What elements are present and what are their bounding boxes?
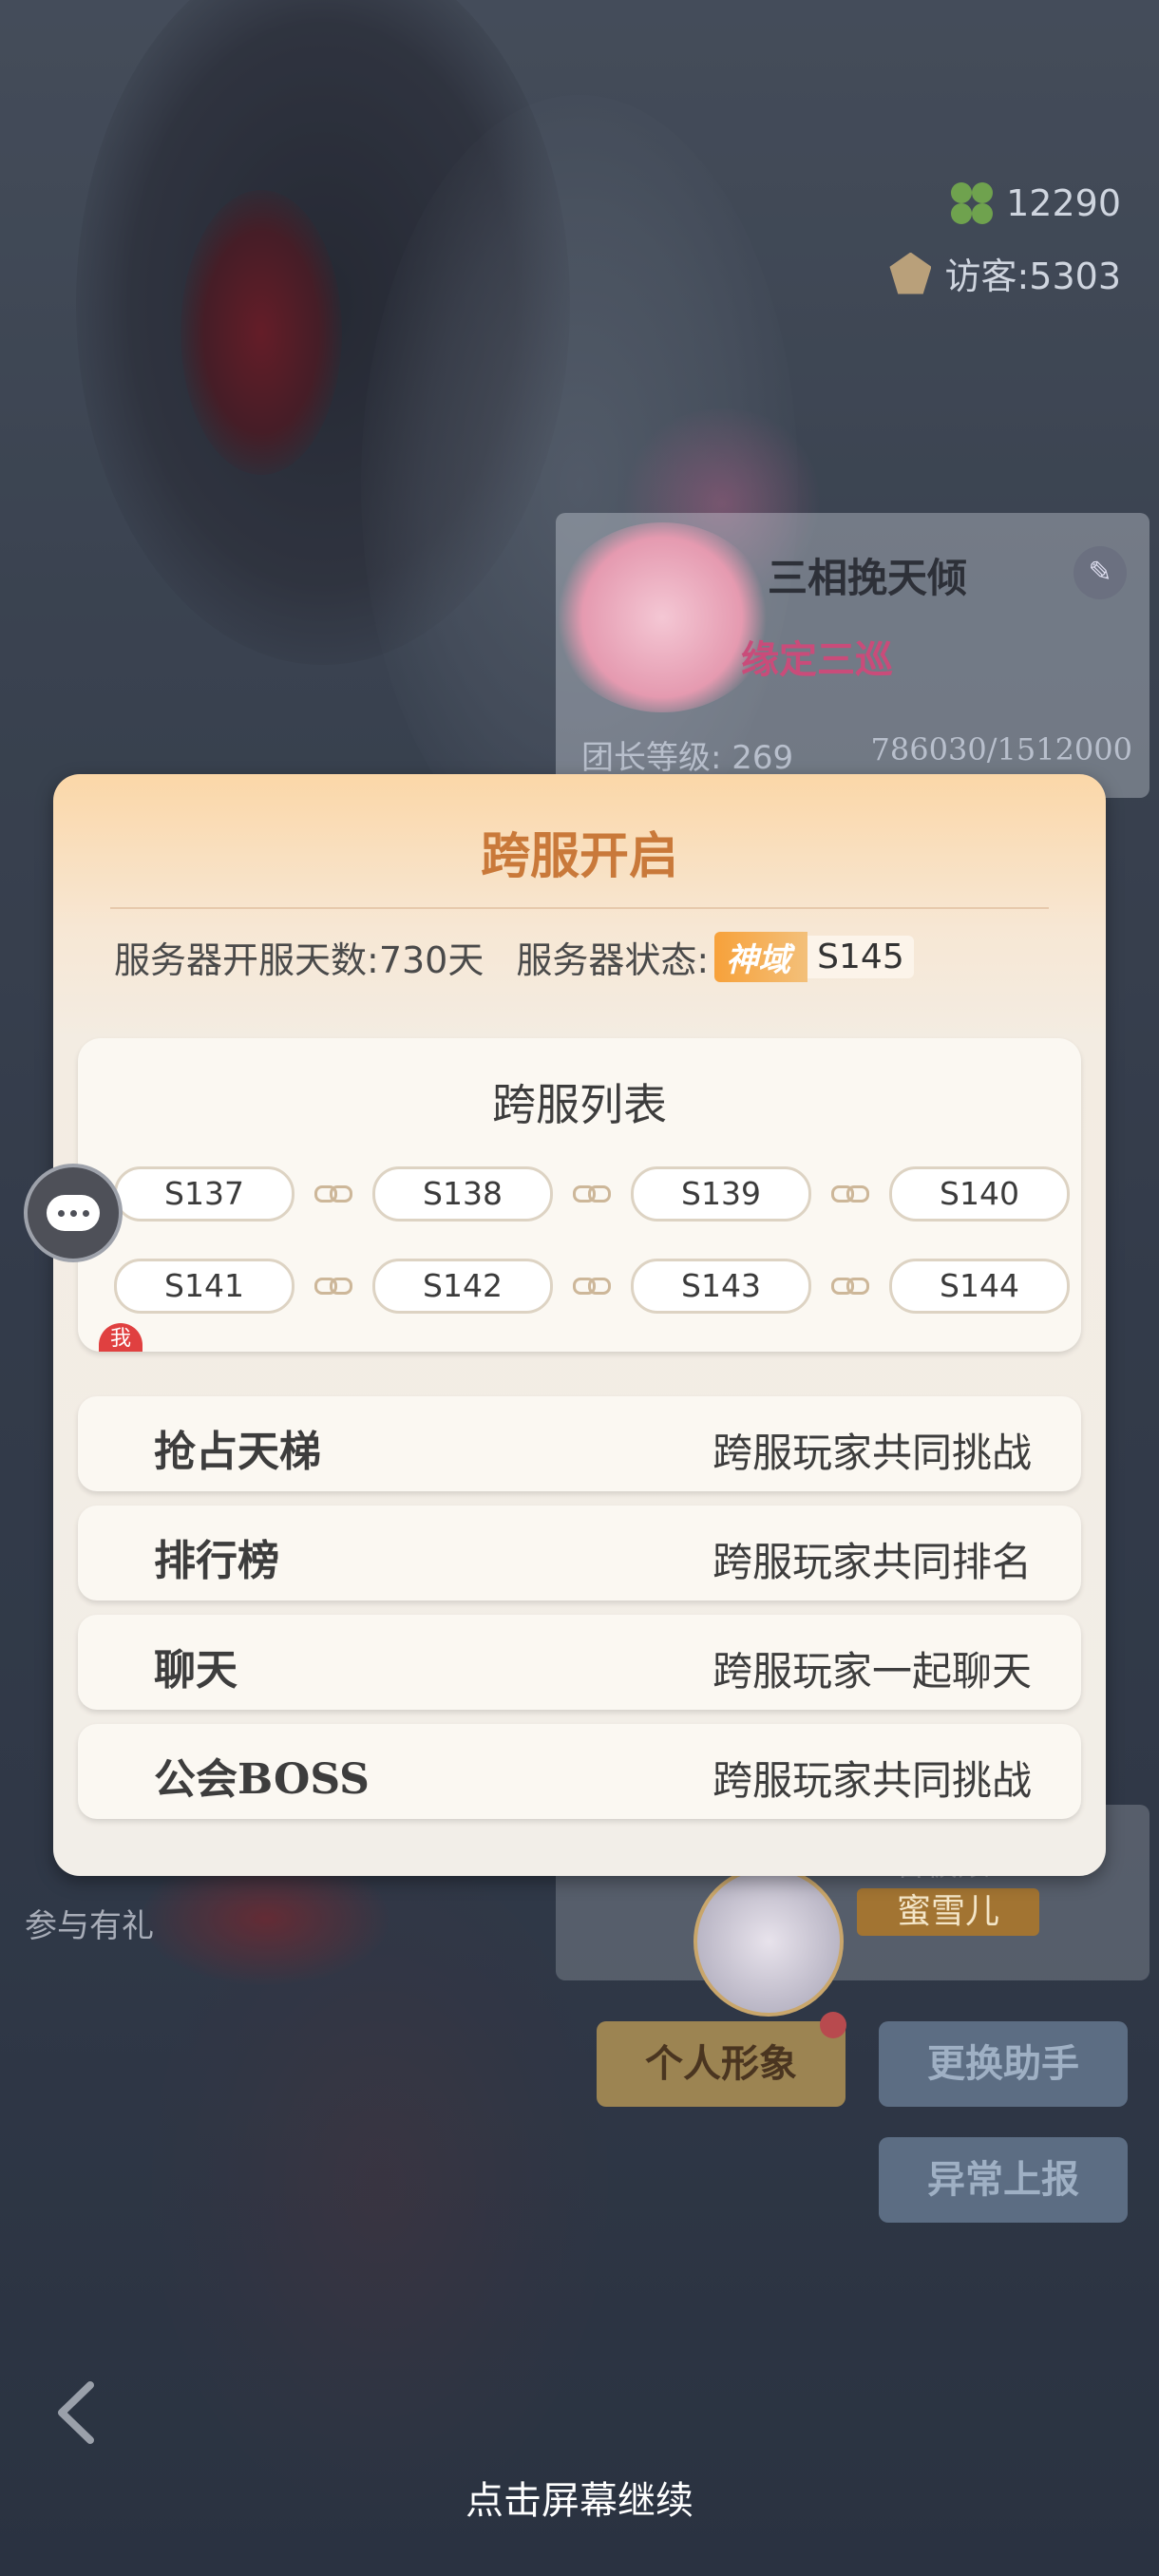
clover-counter: 12290 xyxy=(951,182,1121,224)
link-icon xyxy=(553,1169,631,1219)
clover-icon xyxy=(951,182,994,224)
server-pill[interactable]: S141 xyxy=(114,1259,294,1314)
feature-name: 抢占天梯 xyxy=(154,1428,321,1476)
server-pill[interactable]: S139 xyxy=(631,1166,811,1222)
feature-chat[interactable]: 聊天 跨服玩家一起聊天 xyxy=(78,1615,1081,1710)
helper-name: 蜜雪儿 xyxy=(857,1888,1039,1936)
change-helper-button[interactable]: 更换助手 xyxy=(879,2021,1128,2107)
team-exp: 786030/1512000 xyxy=(870,731,1132,767)
server-pill[interactable]: S142 xyxy=(372,1259,553,1314)
chat-icon[interactable] xyxy=(24,1164,123,1262)
visitor-counter: 访客:5303 xyxy=(889,247,1121,299)
link-icon xyxy=(294,1261,372,1311)
team-emblem xyxy=(553,522,771,712)
feature-desc: 跨服玩家共同挑战 xyxy=(712,1757,1032,1804)
title-divider xyxy=(110,907,1049,909)
server-pill[interactable]: S140 xyxy=(889,1166,1070,1222)
visitor-count: 访客:5303 xyxy=(944,256,1121,297)
feature-desc: 跨服玩家共同排名 xyxy=(712,1539,1032,1585)
notification-dot xyxy=(820,2012,846,2038)
status-tag: 神域 xyxy=(714,932,808,982)
side-event-label: 参与有礼 xyxy=(25,1907,154,1945)
server-pill[interactable]: S143 xyxy=(631,1259,811,1314)
server-days-label: 服务器开服天数: xyxy=(114,939,379,981)
cross-server-popup: 跨服开启 服务器开服天数: 730天 服务器状态: 神域 S145 跨服列表 S… xyxy=(53,774,1106,1876)
server-list-card: 跨服列表 S137 S138 S139 S140 S141 S142 S143 … xyxy=(78,1038,1081,1352)
report-button[interactable]: 异常上报 xyxy=(879,2137,1128,2223)
feature-guild-boss[interactable]: 公会BOSS 跨服玩家共同挑战 xyxy=(78,1724,1081,1819)
server-days-value: 730天 xyxy=(378,939,484,981)
emblem-text: 缘定三巡 xyxy=(741,638,893,682)
feature-name: 聊天 xyxy=(154,1646,238,1695)
link-icon xyxy=(553,1261,631,1311)
server-pill[interactable]: S137 xyxy=(114,1166,294,1222)
server-info-line: 服务器开服天数: 730天 服务器状态: 神域 S145 xyxy=(114,931,914,983)
server-status-label: 服务器状态: xyxy=(516,939,710,981)
visitor-icon xyxy=(889,252,932,294)
clover-count: 12290 xyxy=(1006,182,1121,224)
server-list-title: 跨服列表 xyxy=(492,1079,667,1130)
edit-icon[interactable]: ✎ xyxy=(1074,546,1127,599)
server-status-badge: 神域 S145 xyxy=(714,932,914,982)
link-icon xyxy=(811,1261,889,1311)
feature-ranking[interactable]: 排行榜 跨服玩家共同排名 xyxy=(78,1506,1081,1601)
tap-to-continue-text[interactable]: 点击屏幕继续 xyxy=(0,2470,1159,2525)
personal-image-button[interactable]: 个人形象 xyxy=(597,2021,846,2107)
feature-name: 公会BOSS xyxy=(154,1755,370,1804)
team-level: 团长等级: 269 xyxy=(581,739,794,777)
link-icon xyxy=(294,1169,372,1219)
status-server: S145 xyxy=(808,936,914,978)
feature-ladder[interactable]: 抢占天梯 跨服玩家共同挑战 xyxy=(78,1396,1081,1491)
helper-avatar[interactable] xyxy=(694,1866,844,2017)
server-pill[interactable]: S138 xyxy=(372,1166,553,1222)
link-icon xyxy=(811,1169,889,1219)
feature-desc: 跨服玩家一起聊天 xyxy=(712,1648,1032,1695)
server-pill[interactable]: S144 xyxy=(889,1259,1070,1314)
server-row-1: S137 S138 S139 S140 xyxy=(114,1166,1070,1222)
feature-desc: 跨服玩家共同挑战 xyxy=(712,1430,1032,1476)
server-row-2: S141 S142 S143 S144 xyxy=(114,1259,1070,1314)
team-name: 三相挽天倾 xyxy=(768,555,968,601)
back-arrow-icon[interactable] xyxy=(52,2379,100,2446)
feature-name: 排行榜 xyxy=(154,1537,279,1585)
popup-title: 跨服开启 xyxy=(480,827,678,885)
